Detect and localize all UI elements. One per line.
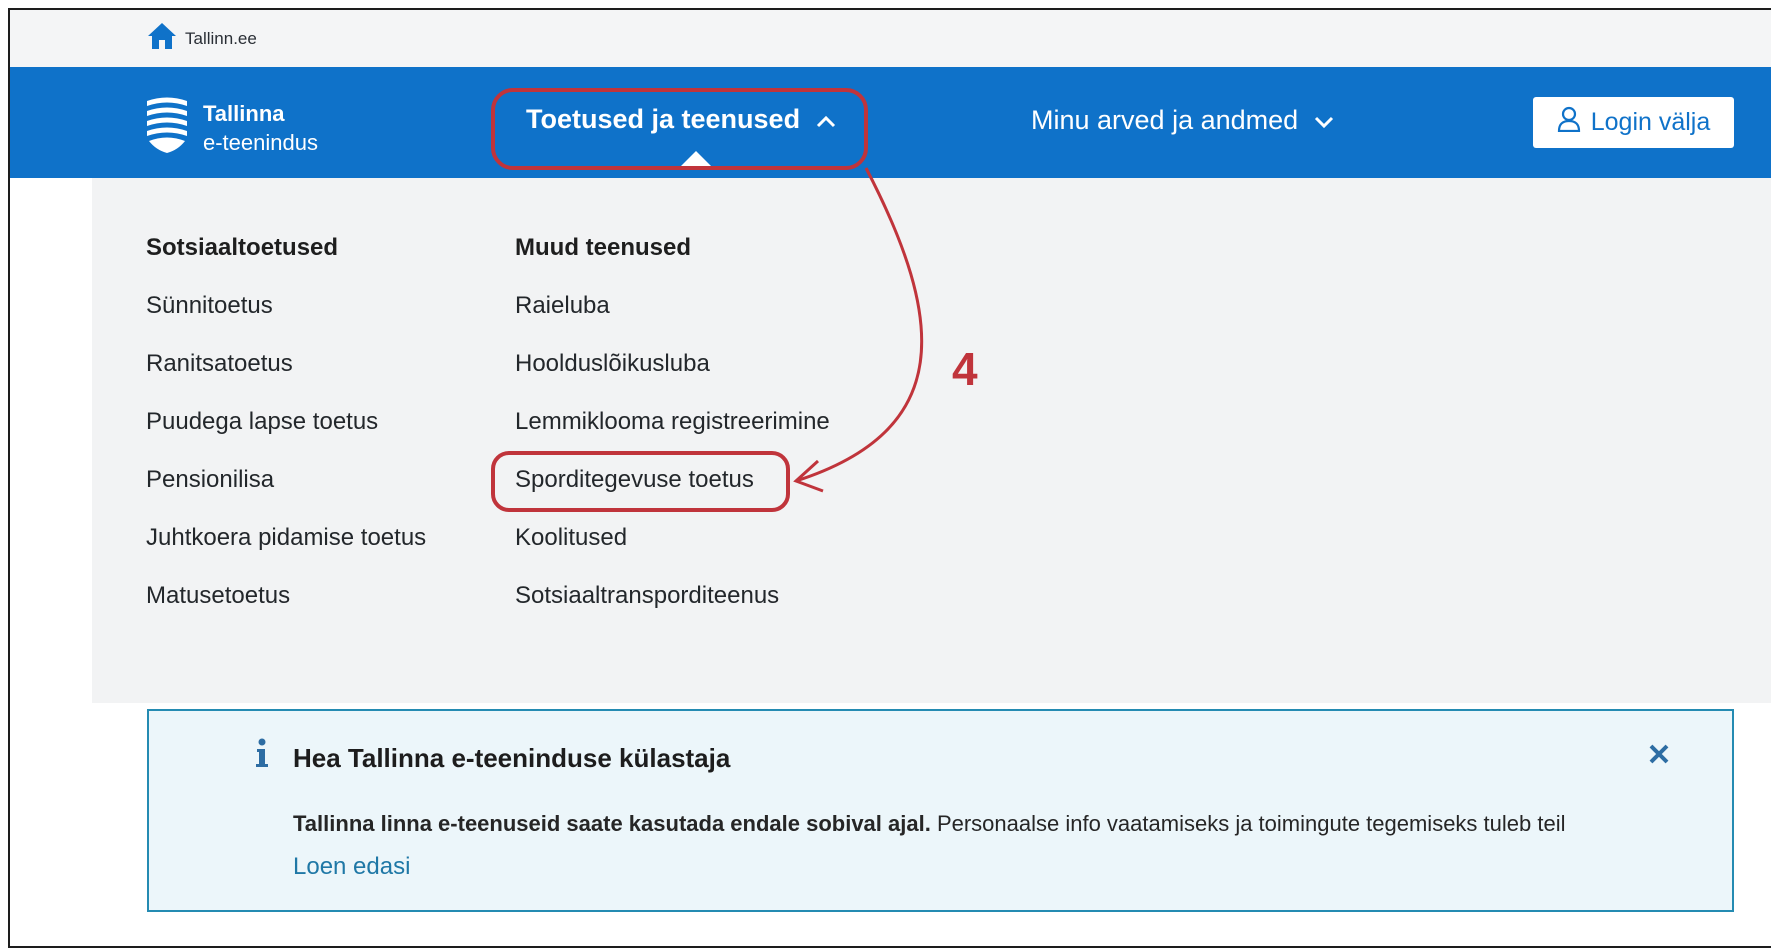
logout-button-label: Login välja [1590, 108, 1711, 136]
nav-minu-arved-label: Minu arved ja andmed [1031, 105, 1299, 135]
menu-column-sotsiaaltoetused: Sotsiaaltoetused Sünnitoetus Ranitsatoet… [146, 233, 426, 611]
home-link-label: Tallinn.ee [185, 28, 257, 48]
menu-column-heading: Sotsiaaltoetused [146, 234, 339, 261]
notice-title: Hea Tallinna e-teeninduse külastaja [293, 743, 731, 773]
notice-body-bold: Tallinna linna e-teenuseid saate kasutad… [293, 811, 931, 836]
menu-item-matusetoetus[interactable]: Matusetoetus [146, 581, 426, 611]
menu-item-lemmiklooma-registreerimine[interactable]: Lemmiklooma registreerimine [515, 407, 830, 437]
chevron-down-icon [1314, 105, 1334, 136]
menu-item-sunnitoetus[interactable]: Sünnitoetus [146, 291, 426, 321]
tallinn-logo-icon[interactable] [145, 95, 189, 153]
info-notice: Hea Tallinna e-teeninduse külastaja Tall… [147, 709, 1734, 912]
home-icon [147, 22, 177, 55]
notice-body-text: Personaalse info vaatamiseks ja toimingu… [930, 811, 1566, 836]
menu-item-hoolduslõikusluba[interactable]: Hoolduslõikusluba [515, 349, 830, 379]
home-link[interactable]: Tallinn.ee [147, 22, 257, 55]
logout-button[interactable]: Login välja [1533, 97, 1734, 148]
user-icon [1557, 106, 1581, 139]
menu-item-pensionilisa[interactable]: Pensionilisa [146, 465, 426, 495]
nav-toetused-ja-teenused[interactable]: Toetused ja teenused [526, 104, 836, 135]
menu-item-puudega-lapse-toetus[interactable]: Puudega lapse toetus [146, 407, 426, 437]
brand-line-1: Tallinna [203, 101, 285, 126]
info-icon [253, 738, 269, 768]
brand-line-2: e-teenindus [203, 130, 318, 155]
menu-column-heading: Muud teenused [515, 234, 692, 261]
menu-item-sporditegevuse-toetus[interactable]: Sporditegevuse toetus [515, 465, 830, 495]
annotation-step-number: 4 [952, 343, 978, 395]
notice-body: Tallinna linna e-teenuseid saate kasutad… [293, 811, 1566, 839]
menu-item-raieluba[interactable]: Raieluba [515, 291, 830, 321]
top-utility-bar [10, 10, 1771, 67]
close-icon[interactable] [1648, 743, 1670, 765]
nav-minu-arved-ja-andmed[interactable]: Minu arved ja andmed [1031, 105, 1334, 136]
menu-item-ranitsatoetus[interactable]: Ranitsatoetus [146, 349, 426, 379]
dropdown-pointer [679, 151, 713, 168]
brand-name[interactable]: Tallinna e-teenindus [203, 99, 318, 157]
read-more-link[interactable]: Loen edasi [293, 853, 410, 881]
chevron-up-icon [816, 104, 836, 135]
menu-item-juhtkoera-pidamise-toetus[interactable]: Juhtkoera pidamise toetus [146, 523, 426, 553]
menu-item-sotsiaaltransporditeenus[interactable]: Sotsiaaltransporditeenus [515, 581, 830, 611]
menu-column-muud-teenused: Muud teenused Raieluba Hoolduslõikusluba… [515, 233, 830, 611]
nav-toetused-label: Toetused ja teenused [526, 104, 801, 134]
menu-item-koolitused[interactable]: Koolitused [515, 523, 830, 553]
